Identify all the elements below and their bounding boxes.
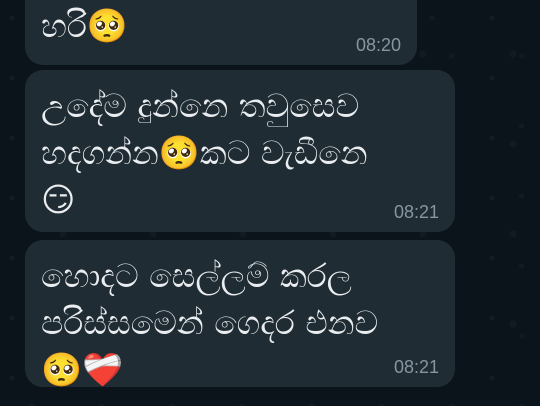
message-bubble[interactable]: උදේම දුන්නෙ තවුසෙව හදගන්න🥺කට වැඩීනෙ 😏 08… [25, 70, 455, 232]
message-bubble[interactable]: හරි🥺 08:20 [25, 0, 417, 65]
message-timestamp: 08:21 [393, 357, 439, 377]
message-text: උදේම දුන්නෙ තවුසෙව හදගන්න🥺කට වැඩීනෙ 😏 [41, 86, 368, 219]
message-text: හරි🥺 [41, 6, 128, 45]
message-timestamp: 08:20 [355, 35, 401, 55]
message-bubble[interactable]: හොදට සෙල්ලම් කරල පරිස්සමෙන් ගෙදර එනව 🥺❤️… [25, 240, 455, 389]
message-text: හොදට සෙල්ලම් කරල පරිස්සමෙන් ගෙදර එනව 🥺❤️… [41, 256, 379, 389]
message-timestamp: 08:21 [393, 202, 439, 222]
